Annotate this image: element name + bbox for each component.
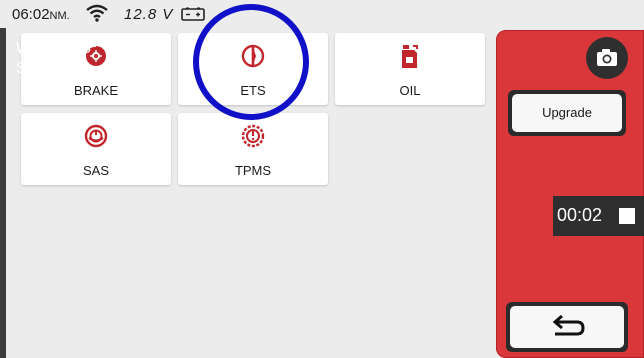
upgrade-label: Upgrade: [512, 94, 622, 132]
camera-button[interactable]: [586, 37, 628, 79]
tpms-tile[interactable]: TPMS: [178, 113, 328, 185]
steering-wheel-icon: [84, 123, 108, 149]
battery-icon: [181, 7, 205, 25]
voltage-readout: 12.8 V: [124, 6, 174, 23]
recording-timer: 00:02: [553, 196, 644, 236]
brake-label: BRAKE: [73, 83, 119, 98]
clock: 06:02NM.: [12, 6, 70, 23]
sas-label: SAS: [82, 163, 109, 178]
panel-title: Wartung S Service: [16, 40, 91, 77]
oil-can-icon: [398, 43, 422, 69]
sas-tile[interactable]: SAS: [21, 113, 171, 185]
return-arrow-icon: [552, 314, 585, 336]
tpms-label: TPMS: [234, 163, 272, 178]
annotation-circle: [193, 4, 309, 120]
stop-icon[interactable]: [619, 208, 635, 224]
upgrade-button[interactable]: Upgrade: [508, 90, 626, 136]
back-button[interactable]: [506, 302, 628, 352]
oil-tile[interactable]: OIL: [335, 33, 485, 105]
status-bar: 06:02NM. 12.8 V: [0, 0, 644, 28]
timer-value: 00:02: [557, 205, 603, 225]
tire-pressure-icon: [241, 123, 265, 149]
oil-label: OIL: [399, 83, 421, 98]
left-edge-strip: [0, 28, 6, 358]
wifi-icon: [86, 4, 108, 26]
camera-icon: [597, 49, 617, 66]
